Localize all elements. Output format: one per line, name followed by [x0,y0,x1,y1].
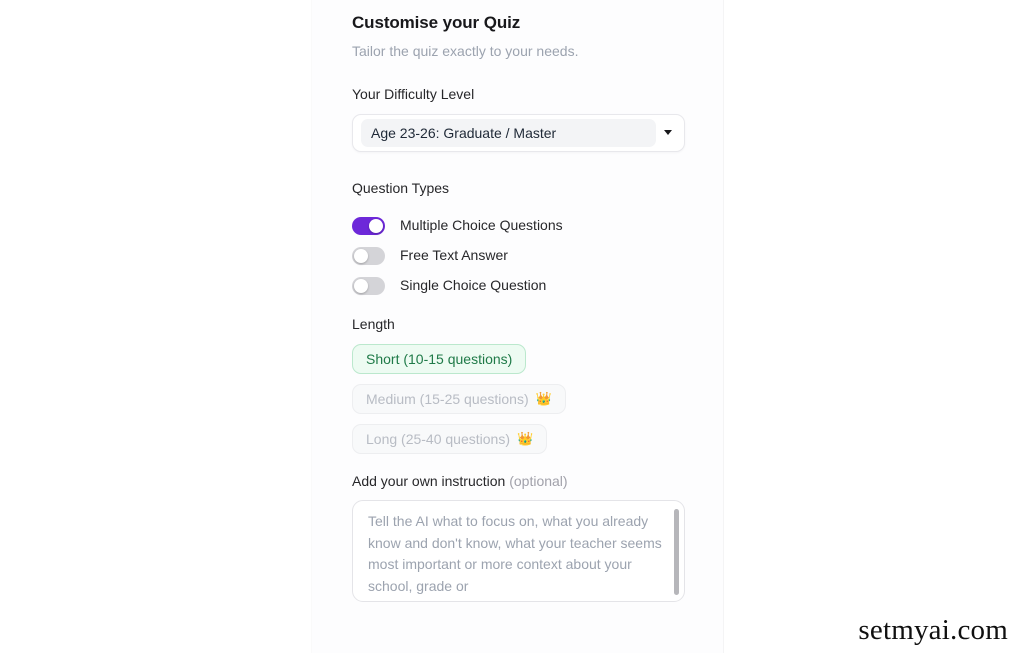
instruction-optional-text: (optional) [509,472,568,489]
instruction-label-text: Add your own instruction [352,472,506,489]
chevron-down-icon [664,130,672,136]
question-type-row-free-text[interactable]: Free Text Answer [352,241,685,271]
toggle-knob [354,248,368,263]
length-option-short-label: Short (10-15 questions) [366,350,513,367]
toggle-free-text-answer[interactable] [352,246,385,265]
card-content: Customise your Quiz Tailor the quiz exac… [352,0,685,603]
question-types-label: Question Types [352,179,450,196]
length-options-list: Short (10-15 questions) Medium (15-25 qu… [352,343,685,464]
difficulty-level-select[interactable]: Age 23-26: Graduate / Master [352,113,685,152]
toggle-multiple-choice-questions[interactable] [352,216,385,235]
quiz-customisation-page: Customise your Quiz Tailor the quiz exac… [0,0,1024,653]
length-option-medium-label: Medium (15-25 questions) [366,390,529,407]
watermark: setmyai.com [858,614,1008,646]
difficulty-level-label: Your Difficulty Level [352,86,475,103]
toggle-label-multiple-choice-questions: Multiple Choice Questions [400,217,563,234]
question-type-row-multiple-choice[interactable]: Multiple Choice Questions [352,211,685,241]
toggle-label-single-choice-question: Single Choice Question [400,277,547,294]
length-option-long-label: Long (25-40 questions) [366,430,510,447]
instruction-textarea[interactable]: Tell the AI what to focus on, what you a… [352,500,685,603]
toggle-label-free-text-answer: Free Text Answer [400,247,508,264]
page-title: Customise your Quiz [352,13,521,32]
question-types-list: Multiple Choice Questions Free Text Answ… [352,211,685,301]
instruction-placeholder: Tell the AI what to focus on, what you a… [368,513,662,594]
toggle-knob [354,278,368,293]
customise-quiz-card: Customise your Quiz Tailor the quiz exac… [311,0,724,653]
question-type-row-single-choice[interactable]: Single Choice Question [352,271,685,301]
instruction-label: Add your own instruction (optional) [352,473,685,490]
crown-icon: 👑 [535,391,552,407]
length-label: Length [352,315,395,332]
page-subtitle: Tailor the quiz exactly to your needs. [352,43,579,60]
length-option-medium[interactable]: Medium (15-25 questions) 👑 [352,383,566,414]
instruction-scrollbar-track[interactable] [674,503,682,600]
length-option-short[interactable]: Short (10-15 questions) [352,343,527,374]
toggle-single-choice-question[interactable] [352,276,385,295]
crown-icon: 👑 [517,431,534,447]
length-option-long[interactable]: Long (25-40 questions) 👑 [352,423,548,454]
toggle-knob [369,218,383,233]
instruction-scrollbar-thumb[interactable] [674,509,679,596]
difficulty-level-selected-value: Age 23-26: Graduate / Master [361,118,656,148]
